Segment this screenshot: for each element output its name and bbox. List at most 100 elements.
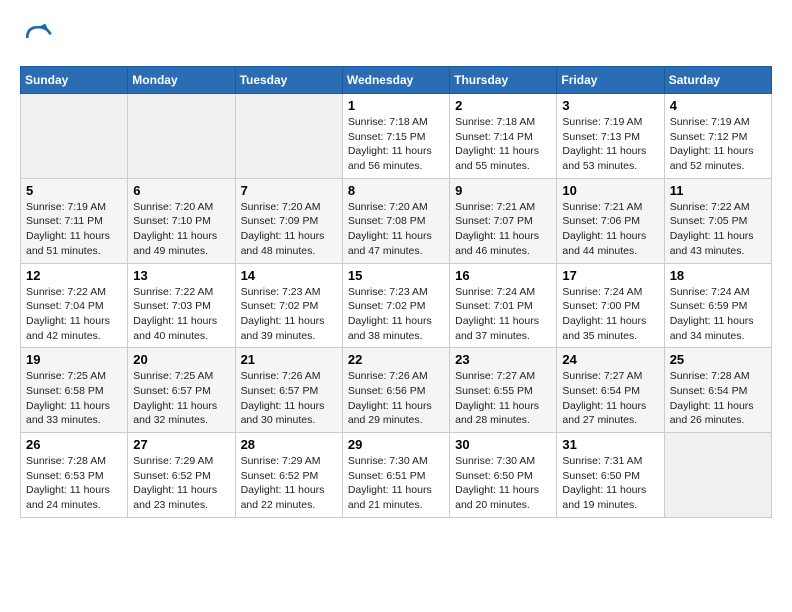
day-info: Sunrise: 7:19 AM Sunset: 7:12 PM Dayligh… [670, 115, 766, 174]
day-info: Sunrise: 7:20 AM Sunset: 7:08 PM Dayligh… [348, 200, 444, 259]
day-number: 3 [562, 98, 658, 113]
calendar-cell: 13 Sunrise: 7:22 AM Sunset: 7:03 PM Dayli… [128, 263, 235, 348]
calendar-cell: 23 Sunrise: 7:27 AM Sunset: 6:55 PM Dayli… [450, 348, 557, 433]
day-number: 27 [133, 437, 229, 452]
day-info: Sunrise: 7:18 AM Sunset: 7:15 PM Dayligh… [348, 115, 444, 174]
page-header [20, 20, 772, 56]
calendar-cell: 11Sunrise: 7:22 AM Sunset: 7:05 PM Dayli… [664, 178, 771, 263]
day-info: Sunrise: 7:28 AM Sunset: 6:53 PM Dayligh… [26, 454, 122, 513]
day-number: 19 [26, 352, 122, 367]
calendar-cell [21, 94, 128, 179]
calendar-cell: 1 Sunrise: 7:18 AM Sunset: 7:15 PM Daylig… [342, 94, 449, 179]
day-number: 4 [670, 98, 766, 113]
day-info: Sunrise: 7:26 AM Sunset: 6:56 PM Dayligh… [348, 369, 444, 428]
day-number: 25 [670, 352, 766, 367]
day-number: 26 [26, 437, 122, 452]
calendar-cell [235, 94, 342, 179]
calendar-cell: 25 Sunrise: 7:28 AM Sunset: 6:54 PM Dayli… [664, 348, 771, 433]
calendar-cell: 5Sunrise: 7:19 AM Sunset: 7:11 PM Daylig… [21, 178, 128, 263]
day-info: Sunrise: 7:19 AM Sunset: 7:13 PM Dayligh… [562, 115, 658, 174]
day-info: Sunrise: 7:18 AM Sunset: 7:14 PM Dayligh… [455, 115, 551, 174]
day-number: 30 [455, 437, 551, 452]
day-number: 6 [133, 183, 229, 198]
calendar-cell: 30 Sunrise: 7:30 AM Sunset: 6:50 PM Dayli… [450, 433, 557, 518]
calendar-cell: 22 Sunrise: 7:26 AM Sunset: 6:56 PM Dayli… [342, 348, 449, 433]
calendar-cell: 29Sunrise: 7:30 AM Sunset: 6:51 PM Dayli… [342, 433, 449, 518]
calendar-week-row: 1 Sunrise: 7:18 AM Sunset: 7:15 PM Daylig… [21, 94, 772, 179]
day-info: Sunrise: 7:23 AM Sunset: 7:02 PM Dayligh… [241, 285, 337, 344]
day-number: 23 [455, 352, 551, 367]
weekday-header-saturday: Saturday [664, 67, 771, 94]
calendar-cell: 17 Sunrise: 7:24 AM Sunset: 7:00 PM Dayli… [557, 263, 664, 348]
calendar-cell: 20 Sunrise: 7:25 AM Sunset: 6:57 PM Dayli… [128, 348, 235, 433]
day-number: 15 [348, 268, 444, 283]
day-info: Sunrise: 7:27 AM Sunset: 6:54 PM Dayligh… [562, 369, 658, 428]
day-info: Sunrise: 7:25 AM Sunset: 6:57 PM Dayligh… [133, 369, 229, 428]
calendar-cell: 12Sunrise: 7:22 AM Sunset: 7:04 PM Dayli… [21, 263, 128, 348]
weekday-header-thursday: Thursday [450, 67, 557, 94]
calendar-cell: 2 Sunrise: 7:18 AM Sunset: 7:14 PM Daylig… [450, 94, 557, 179]
day-number: 9 [455, 183, 551, 198]
day-number: 16 [455, 268, 551, 283]
day-number: 7 [241, 183, 337, 198]
calendar-cell: 28 Sunrise: 7:29 AM Sunset: 6:52 PM Dayli… [235, 433, 342, 518]
calendar-table: SundayMondayTuesdayWednesdayThursdayFrid… [20, 66, 772, 518]
day-info: Sunrise: 7:26 AM Sunset: 6:57 PM Dayligh… [241, 369, 337, 428]
day-info: Sunrise: 7:24 AM Sunset: 7:01 PM Dayligh… [455, 285, 551, 344]
day-info: Sunrise: 7:29 AM Sunset: 6:52 PM Dayligh… [241, 454, 337, 513]
weekday-header-wednesday: Wednesday [342, 67, 449, 94]
calendar-cell: 6 Sunrise: 7:20 AM Sunset: 7:10 PM Daylig… [128, 178, 235, 263]
day-info: Sunrise: 7:25 AM Sunset: 6:58 PM Dayligh… [26, 369, 122, 428]
calendar-cell: 10 Sunrise: 7:21 AM Sunset: 7:06 PM Dayli… [557, 178, 664, 263]
calendar-cell [664, 433, 771, 518]
day-info: Sunrise: 7:24 AM Sunset: 7:00 PM Dayligh… [562, 285, 658, 344]
calendar-week-row: 26 Sunrise: 7:28 AM Sunset: 6:53 PM Dayli… [21, 433, 772, 518]
day-number: 21 [241, 352, 337, 367]
day-info: Sunrise: 7:30 AM Sunset: 6:51 PM Dayligh… [348, 454, 444, 513]
calendar-cell: 24 Sunrise: 7:27 AM Sunset: 6:54 PM Dayli… [557, 348, 664, 433]
calendar-week-row: 12Sunrise: 7:22 AM Sunset: 7:04 PM Dayli… [21, 263, 772, 348]
day-number: 10 [562, 183, 658, 198]
day-number: 11 [670, 183, 766, 198]
calendar-cell: 15 Sunrise: 7:23 AM Sunset: 7:02 PM Dayli… [342, 263, 449, 348]
day-number: 28 [241, 437, 337, 452]
calendar-cell: 31 Sunrise: 7:31 AM Sunset: 6:50 PM Dayli… [557, 433, 664, 518]
day-info: Sunrise: 7:21 AM Sunset: 7:06 PM Dayligh… [562, 200, 658, 259]
calendar-cell: 16 Sunrise: 7:24 AM Sunset: 7:01 PM Dayli… [450, 263, 557, 348]
day-number: 8 [348, 183, 444, 198]
weekday-header-sunday: Sunday [21, 67, 128, 94]
day-info: Sunrise: 7:20 AM Sunset: 7:09 PM Dayligh… [241, 200, 337, 259]
calendar-cell: 7 Sunrise: 7:20 AM Sunset: 7:09 PM Daylig… [235, 178, 342, 263]
day-number: 20 [133, 352, 229, 367]
day-info: Sunrise: 7:28 AM Sunset: 6:54 PM Dayligh… [670, 369, 766, 428]
day-info: Sunrise: 7:31 AM Sunset: 6:50 PM Dayligh… [562, 454, 658, 513]
day-info: Sunrise: 7:23 AM Sunset: 7:02 PM Dayligh… [348, 285, 444, 344]
day-info: Sunrise: 7:22 AM Sunset: 7:03 PM Dayligh… [133, 285, 229, 344]
day-number: 24 [562, 352, 658, 367]
calendar-cell: 18Sunrise: 7:24 AM Sunset: 6:59 PM Dayli… [664, 263, 771, 348]
day-number: 1 [348, 98, 444, 113]
day-number: 31 [562, 437, 658, 452]
day-info: Sunrise: 7:30 AM Sunset: 6:50 PM Dayligh… [455, 454, 551, 513]
logo [20, 20, 62, 56]
day-info: Sunrise: 7:19 AM Sunset: 7:11 PM Dayligh… [26, 200, 122, 259]
day-info: Sunrise: 7:21 AM Sunset: 7:07 PM Dayligh… [455, 200, 551, 259]
day-info: Sunrise: 7:27 AM Sunset: 6:55 PM Dayligh… [455, 369, 551, 428]
day-number: 2 [455, 98, 551, 113]
calendar-cell: 26 Sunrise: 7:28 AM Sunset: 6:53 PM Dayli… [21, 433, 128, 518]
calendar-cell: 8 Sunrise: 7:20 AM Sunset: 7:08 PM Daylig… [342, 178, 449, 263]
calendar-cell: 21 Sunrise: 7:26 AM Sunset: 6:57 PM Dayli… [235, 348, 342, 433]
day-number: 13 [133, 268, 229, 283]
day-info: Sunrise: 7:24 AM Sunset: 6:59 PM Dayligh… [670, 285, 766, 344]
calendar-week-row: 19 Sunrise: 7:25 AM Sunset: 6:58 PM Dayli… [21, 348, 772, 433]
day-number: 22 [348, 352, 444, 367]
calendar-cell: 4 Sunrise: 7:19 AM Sunset: 7:12 PM Daylig… [664, 94, 771, 179]
weekday-header-tuesday: Tuesday [235, 67, 342, 94]
logo-icon [20, 20, 56, 56]
day-number: 17 [562, 268, 658, 283]
calendar-week-row: 5Sunrise: 7:19 AM Sunset: 7:11 PM Daylig… [21, 178, 772, 263]
day-info: Sunrise: 7:20 AM Sunset: 7:10 PM Dayligh… [133, 200, 229, 259]
calendar-cell: 27Sunrise: 7:29 AM Sunset: 6:52 PM Dayli… [128, 433, 235, 518]
weekday-header-friday: Friday [557, 67, 664, 94]
calendar-cell: 9 Sunrise: 7:21 AM Sunset: 7:07 PM Daylig… [450, 178, 557, 263]
